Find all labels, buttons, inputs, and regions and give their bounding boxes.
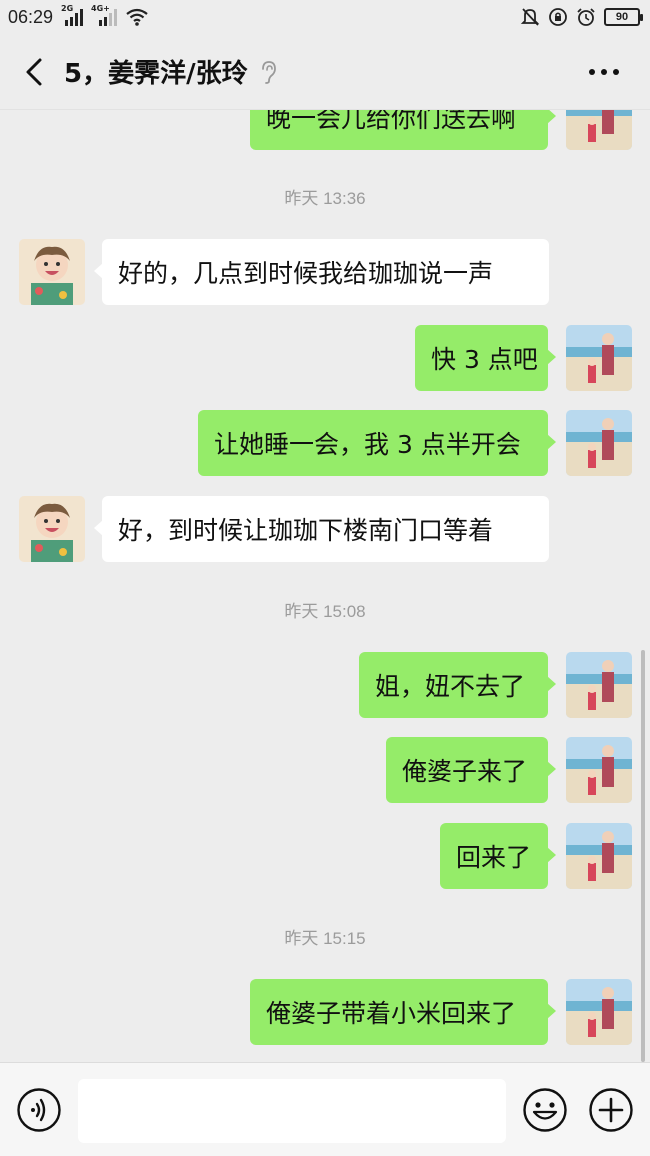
message-text: 让她睡一会，我 3 点半开会 (214, 430, 521, 459)
status-bar: 06:29 2G 4G+ 90 (0, 0, 650, 34)
wifi-icon (125, 8, 149, 26)
message-list[interactable]: 晚一会儿给你们送去啊 昨天 13:36 好的，几点到时候我给珈珈说一声 快 3 … (0, 110, 650, 1062)
message-text: 俺婆子带着小米回来了 (266, 999, 517, 1028)
message-text: 姐，妞不去了 (375, 672, 526, 701)
rotation-lock-icon (548, 7, 568, 27)
chevron-left-icon (23, 57, 45, 87)
signal-icon-4g: 4G+ (91, 4, 119, 26)
plus-button[interactable] (588, 1087, 634, 1137)
avatar-self[interactable] (566, 979, 632, 1045)
ear-icon (258, 59, 280, 85)
message-text: 晚一会儿给你们送去啊 (266, 110, 517, 133)
more-icon (588, 68, 620, 76)
chat-header: 5，姜霁洋/张玲 (0, 34, 650, 110)
status-time: 06:29 (8, 6, 54, 27)
message-text: 回来了 (456, 843, 532, 872)
message-bubble-outgoing[interactable]: 姐，妞不去了 (359, 652, 556, 718)
more-button[interactable] (584, 52, 624, 92)
network-4g-label: 4G+ (91, 4, 110, 13)
avatar-contact[interactable] (19, 496, 85, 562)
input-bar (0, 1062, 650, 1156)
timestamp: 昨天 15:15 (284, 929, 366, 948)
status-right-icons: 90 (520, 7, 643, 27)
avatar-self[interactable] (566, 737, 632, 803)
avatar-self[interactable] (566, 110, 632, 150)
message-input[interactable] (78, 1079, 506, 1143)
scrollbar[interactable] (641, 650, 645, 1062)
avatar-self[interactable] (566, 410, 632, 476)
message-bubble-outgoing[interactable]: 俺婆子带着小米回来了 (250, 979, 556, 1045)
message-text: 快 3 点吧 (431, 345, 538, 374)
emoji-icon (522, 1087, 568, 1133)
message-bubble-outgoing[interactable]: 让她睡一会，我 3 点半开会 (198, 410, 556, 476)
network-2g-label: 2G (61, 4, 74, 13)
message-text: 好，到时候让珈珈下楼南门口等着 (118, 516, 494, 545)
plus-icon (588, 1087, 634, 1133)
chat-title: 5，姜霁洋/张玲 (64, 59, 248, 89)
timestamp: 昨天 15:08 (284, 602, 366, 621)
emoji-button[interactable] (522, 1087, 568, 1137)
message-bubble-outgoing[interactable]: 俺婆子来了 (386, 737, 556, 803)
avatar-contact[interactable] (19, 239, 85, 305)
message-bubble-outgoing[interactable]: 快 3 点吧 (415, 325, 556, 391)
voice-icon (16, 1087, 62, 1133)
message-bubble-outgoing[interactable]: 晚一会儿给你们送去啊 (250, 110, 556, 150)
message-bubble-outgoing[interactable]: 回来了 (440, 823, 556, 889)
signal-icon-2g: 2G (61, 4, 85, 26)
message-bubble-incoming[interactable]: 好的，几点到时候我给珈珈说一声 (94, 239, 549, 305)
back-button[interactable] (10, 42, 58, 102)
signal-indicators: 2G 4G+ (61, 4, 149, 26)
avatar-self[interactable] (566, 823, 632, 889)
message-text: 俺婆子来了 (402, 757, 528, 786)
battery-indicator: 90 (604, 8, 643, 26)
voice-button[interactable] (16, 1087, 62, 1137)
avatar-self[interactable] (566, 652, 632, 718)
timestamp: 昨天 13:36 (284, 189, 366, 208)
message-bubble-incoming[interactable]: 好，到时候让珈珈下楼南门口等着 (94, 496, 549, 562)
mute-bell-icon (520, 7, 540, 27)
avatar-self[interactable] (566, 325, 632, 391)
message-text: 好的，几点到时候我给珈珈说一声 (118, 259, 494, 288)
alarm-icon (576, 7, 596, 27)
